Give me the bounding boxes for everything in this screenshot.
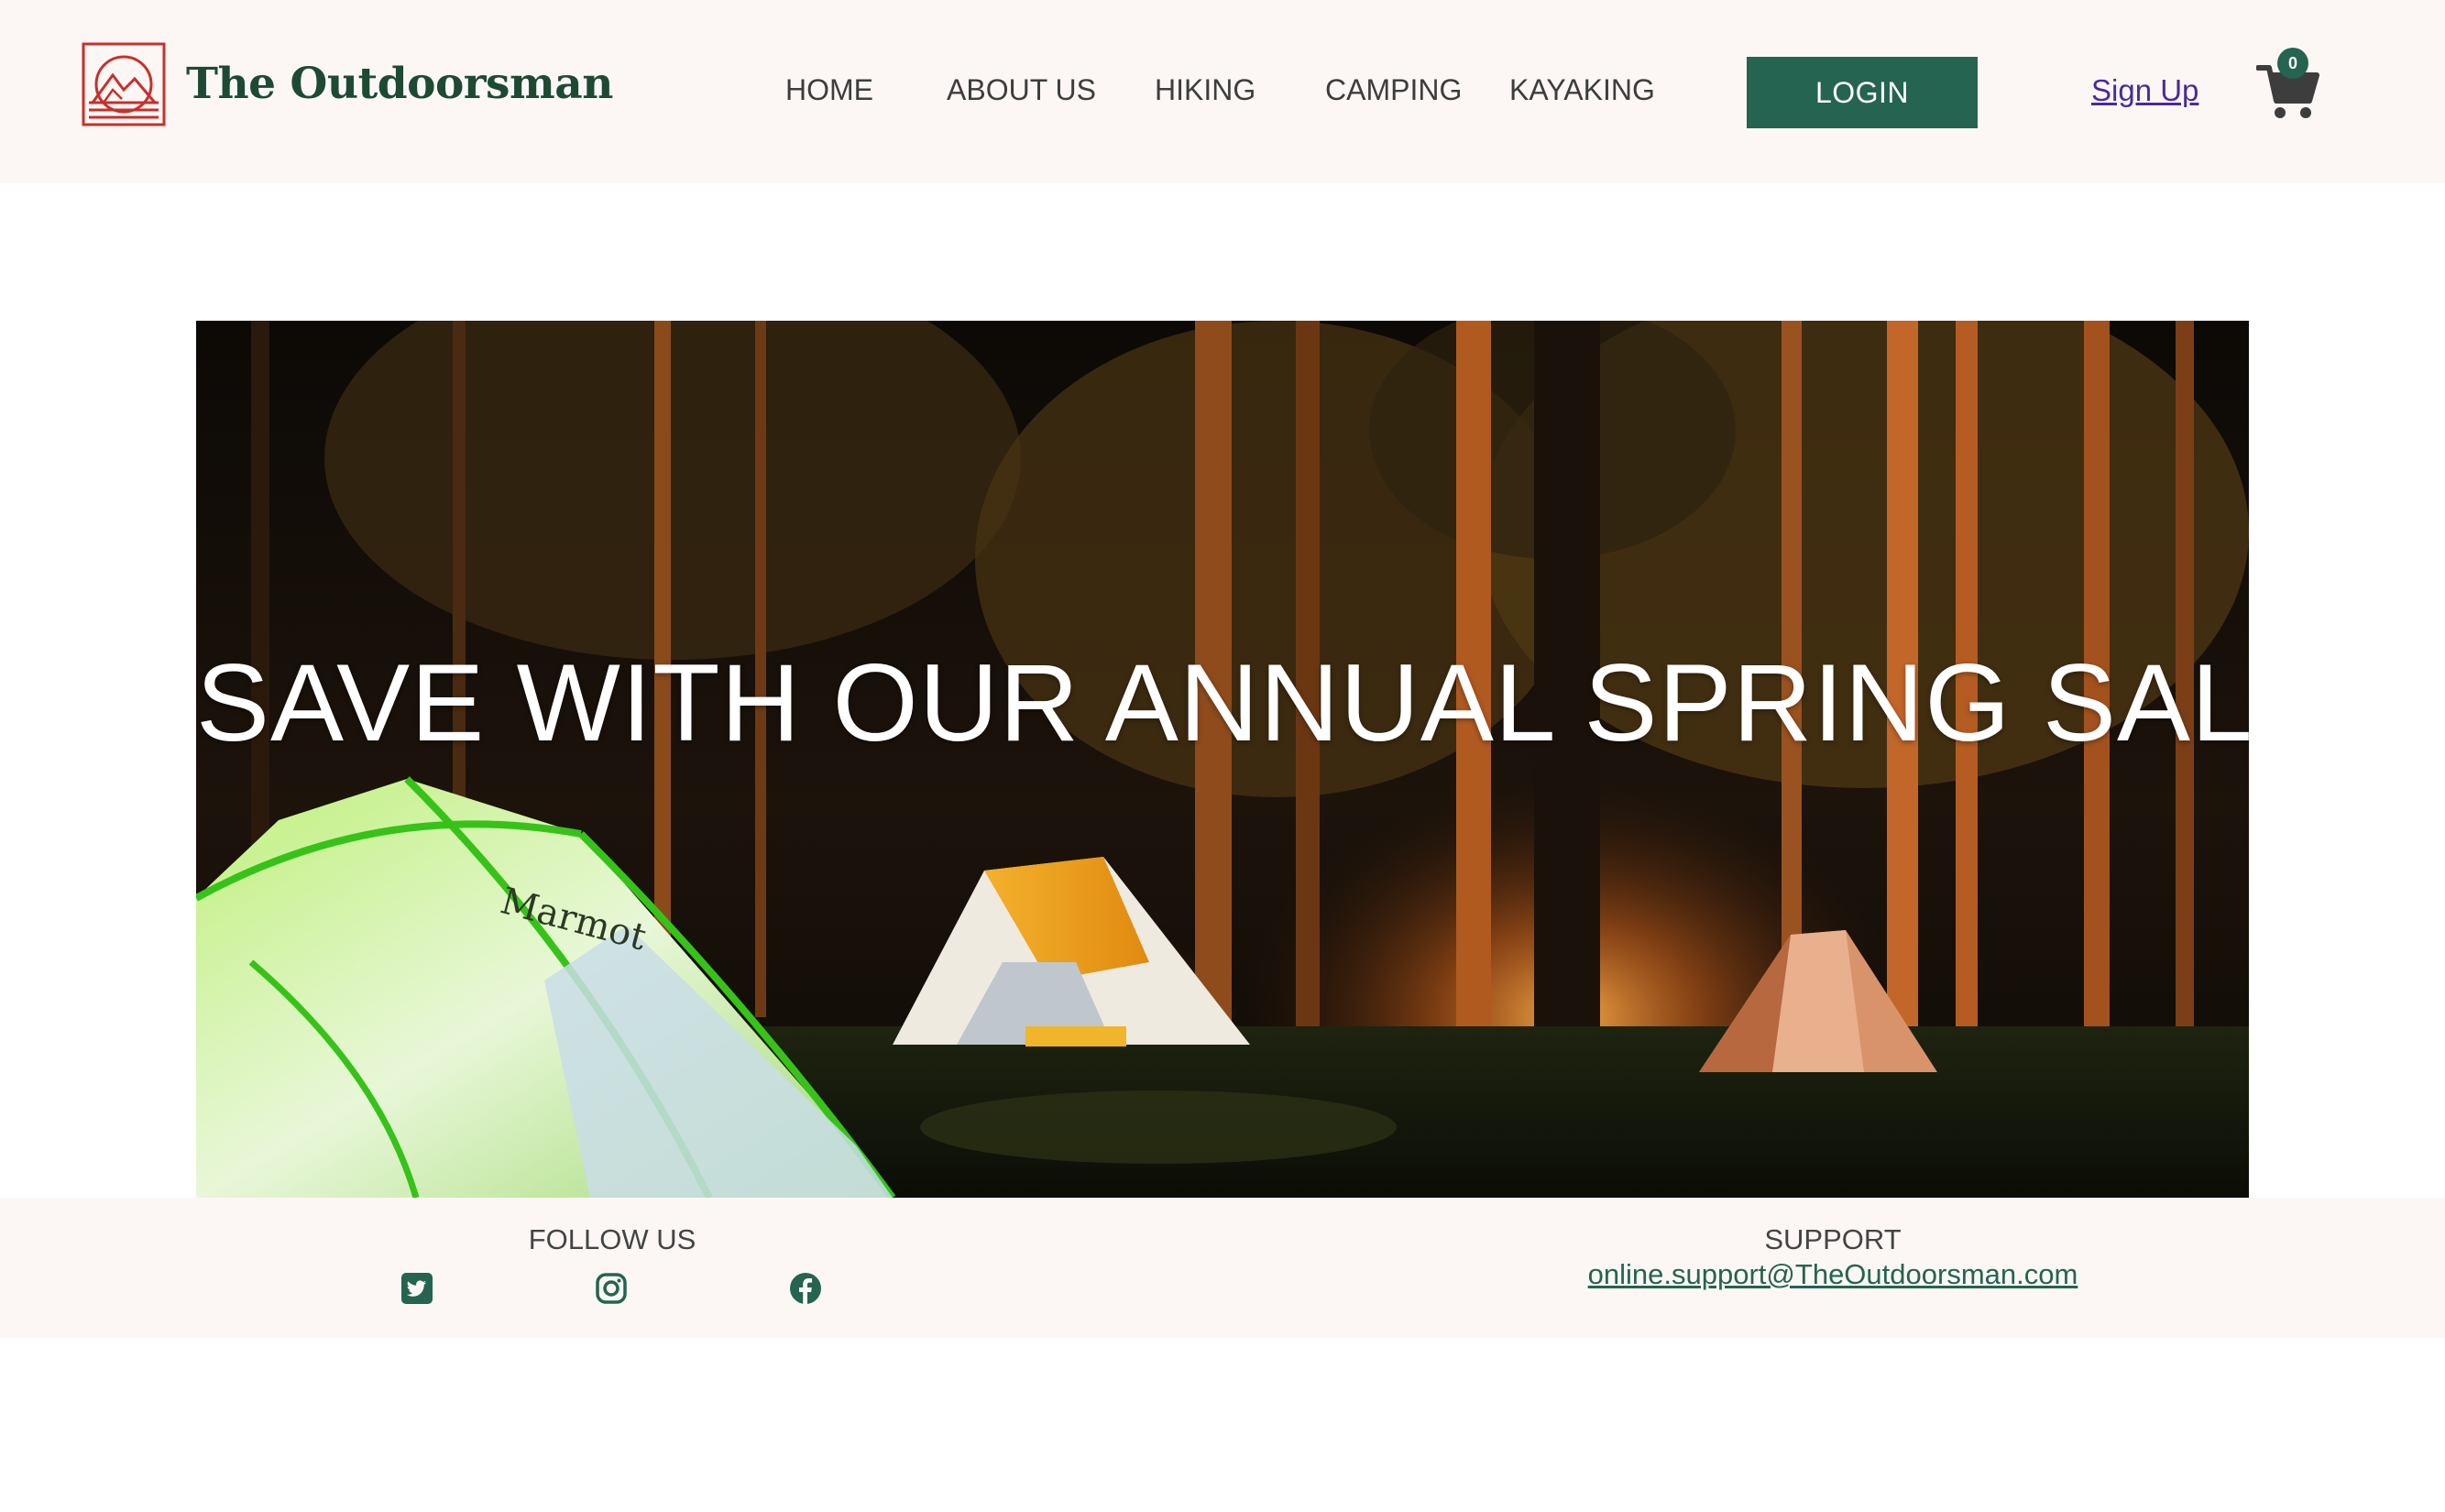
nav-camping[interactable]: CAMPING — [1325, 73, 1462, 107]
cart-count-badge: 0 — [2277, 48, 2308, 79]
nav-about-us[interactable]: ABOUT US — [947, 73, 1096, 107]
mountain-sun-logo-icon[interactable] — [82, 42, 166, 126]
follow-us-title: FOLLOW US — [528, 1223, 696, 1255]
hero-headline: SAVE WITH OUR ANNUAL SPRING SALE — [196, 641, 2249, 764]
site-footer: FOLLOW US SUPPORT online.support@TheOutd… — [0, 1198, 2445, 1338]
nav-home[interactable]: HOME — [785, 73, 873, 107]
sign-up-link[interactable]: Sign Up — [2091, 73, 2198, 108]
support-title: SUPPORT — [1764, 1223, 1902, 1255]
site-header: The Outdoorsman HOME ABOUT US HIKING CAM… — [0, 0, 2445, 183]
hero-banner: Marmot SAVE WITH OUR ANNUAL SPRING SALE — [196, 321, 2249, 1198]
facebook-icon[interactable] — [788, 1271, 823, 1306]
login-button[interactable]: LOGIN — [1747, 57, 1978, 128]
support-email-link[interactable]: online.support@TheOutdoorsman.com — [1466, 1258, 2199, 1291]
twitter-icon[interactable] — [400, 1271, 434, 1306]
instagram-icon[interactable] — [594, 1271, 629, 1306]
nav-kayaking[interactable]: KAYAKING — [1509, 73, 1655, 107]
nav-hiking[interactable]: HIKING — [1155, 73, 1255, 107]
brand-name[interactable]: The Outdoorsman — [186, 59, 613, 109]
